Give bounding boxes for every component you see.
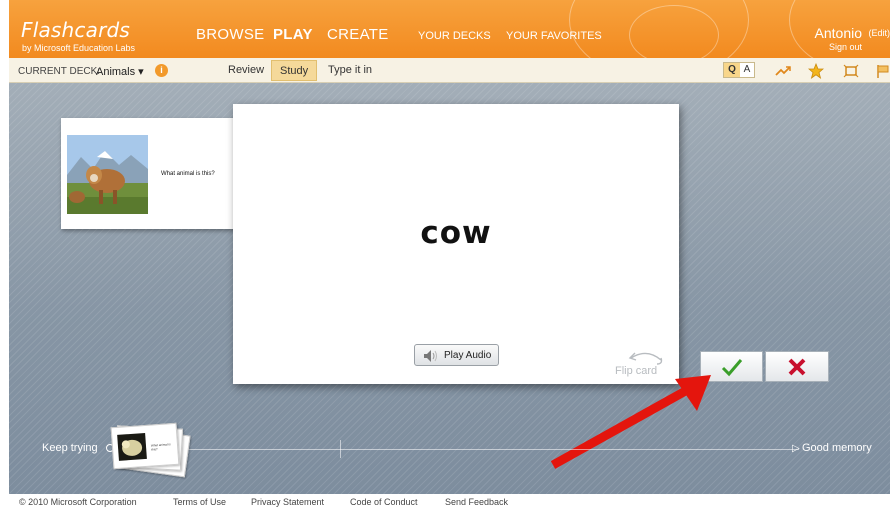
nav-play[interactable]: PLAY (273, 26, 313, 43)
animal-silhouette-icon (121, 439, 143, 456)
app-logo-subtitle: by Microsoft Education Labs (22, 43, 136, 53)
red-pointer-arrow (550, 375, 711, 469)
nav-your-decks[interactable]: YOUR DECKS (418, 30, 491, 42)
copyright-text: © 2010 Microsoft Corporation (19, 497, 137, 507)
privacy-statement-link[interactable]: Privacy Statement (251, 497, 324, 507)
flashcards-app: Flashcards by Microsoft Education Labs B… (0, 0, 890, 510)
speaker-icon (424, 350, 437, 362)
question-answer-toggle[interactable]: Q A (723, 62, 755, 78)
memory-progress-track (129, 449, 799, 450)
sign-out-link[interactable]: Sign out (829, 42, 862, 52)
user-name: Antonio (814, 25, 862, 41)
fullscreen-icon[interactable] (843, 63, 859, 79)
checkmark-icon (721, 359, 743, 377)
nav-create[interactable]: CREATE (327, 26, 389, 43)
info-icon[interactable]: i (155, 64, 168, 77)
nav-your-favorites[interactable]: YOUR FAVORITES (506, 30, 602, 42)
left-margin (0, 0, 9, 510)
stack-card-photo (117, 432, 147, 461)
progress-arrow-icon: ▷ (792, 443, 800, 454)
flashcard[interactable]: cow Play Audio Flip card (233, 104, 679, 384)
x-mark-icon (788, 358, 806, 376)
cow-photo-image (67, 135, 148, 214)
star-icon[interactable] (808, 63, 824, 79)
mark-incorrect-button[interactable] (765, 351, 829, 382)
header-decoration (629, 5, 719, 58)
good-memory-label: Good memory (802, 442, 872, 454)
card-answer-text: cow (420, 215, 492, 251)
question-side-toggle[interactable]: Q (724, 63, 740, 77)
answer-side-toggle[interactable]: A (740, 63, 754, 77)
play-audio-button[interactable]: Play Audio (414, 344, 499, 366)
tab-type-it-in[interactable]: Type it in (320, 60, 380, 81)
card-stack[interactable]: What animal is this? (110, 421, 191, 478)
current-deck-label: CURRENT DECK: (18, 66, 101, 77)
study-area: What animal is this? cow Play Audio Flip… (9, 83, 890, 494)
nav-browse[interactable]: BROWSE (196, 26, 264, 43)
play-audio-label: Play Audio (444, 350, 492, 361)
app-logo-title[interactable]: Flashcards (21, 18, 130, 42)
trend-icon[interactable] (775, 63, 791, 79)
footer: © 2010 Microsoft Corporation Terms of Us… (9, 494, 890, 510)
previous-card-caption: What animal is this? (161, 171, 215, 177)
edit-profile-link[interactable]: (Edit) (868, 28, 890, 38)
tab-study[interactable]: Study (271, 60, 318, 81)
deck-toolbar: CURRENT DECK: Animals ▾ i Review Study T… (9, 58, 890, 83)
tab-review[interactable]: Review (220, 60, 272, 81)
current-deck-dropdown[interactable]: Animals ▾ (96, 65, 144, 78)
flag-icon[interactable] (875, 63, 890, 79)
keep-trying-label: Keep trying (42, 442, 98, 454)
send-feedback-link[interactable]: Send Feedback (445, 497, 508, 507)
terms-of-use-link[interactable]: Terms of Use (173, 497, 226, 507)
stack-card-front: What animal is this? (110, 422, 180, 470)
code-of-conduct-link[interactable]: Code of Conduct (350, 497, 418, 507)
flip-arrow-icon (628, 352, 663, 365)
stack-card-caption: What animal is this? (150, 442, 171, 452)
header-bar: Flashcards by Microsoft Education Labs B… (9, 0, 890, 58)
previous-card[interactable]: What animal is this? (61, 118, 239, 229)
memory-progress-tick (340, 440, 341, 458)
